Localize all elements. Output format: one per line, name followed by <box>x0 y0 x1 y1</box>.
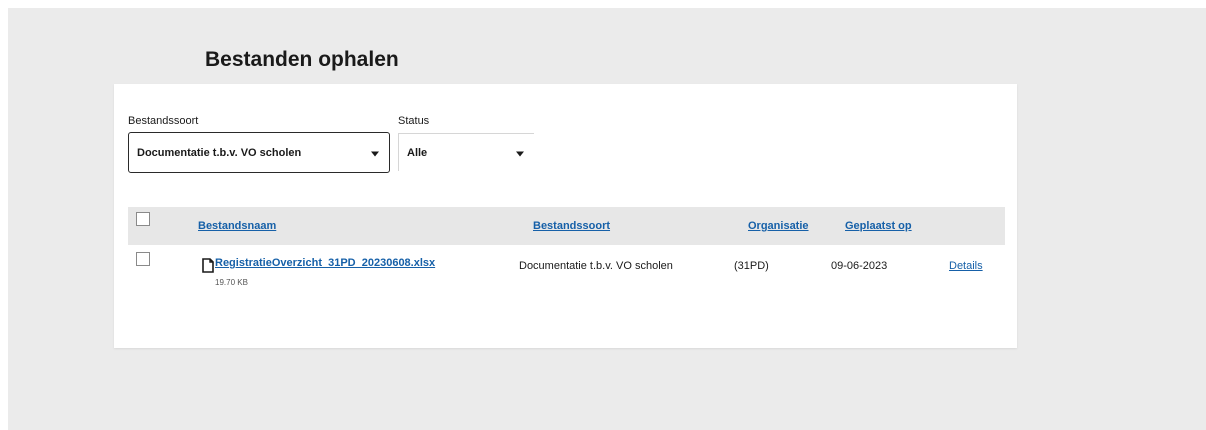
page-title: Bestanden ophalen <box>205 48 399 71</box>
column-header-organisation[interactable]: Organisatie <box>748 220 809 232</box>
column-header-type[interactable]: Bestandssoort <box>533 220 610 232</box>
table-header: Bestandsnaam Bestandssoort Organisatie G… <box>128 207 1005 245</box>
file-type-cell: Documentatie t.b.v. VO scholen <box>519 260 673 272</box>
type-filter-select[interactable]: Documentatie t.b.v. VO scholen <box>128 132 390 173</box>
select-all-checkbox[interactable] <box>136 212 150 226</box>
file-name-link[interactable]: RegistratieOverzicht_31PD_20230608.xlsx <box>215 257 435 269</box>
status-filter-label: Status <box>398 115 430 127</box>
row-checkbox[interactable] <box>136 252 150 266</box>
column-header-placed-on[interactable]: Geplaatst op <box>845 220 912 232</box>
file-size: 19.70 KB <box>215 278 248 287</box>
placed-on-cell: 09-06-2023 <box>831 260 888 272</box>
chevron-down-icon <box>371 151 379 156</box>
status-filter-value: Alle <box>407 146 428 159</box>
details-link[interactable]: Details <box>949 260 983 272</box>
file-icon <box>202 258 214 273</box>
type-filter-label: Bestandssoort <box>128 115 199 127</box>
files-card: Bestandssoort Documentatie t.b.v. VO sch… <box>114 84 1017 348</box>
type-filter-value: Documentatie t.b.v. VO scholen <box>137 146 302 159</box>
organisation-cell: (31PD) <box>734 260 769 272</box>
column-header-name[interactable]: Bestandsnaam <box>198 220 276 232</box>
chevron-down-icon <box>516 151 524 156</box>
status-filter-select[interactable]: Alle <box>398 133 534 171</box>
